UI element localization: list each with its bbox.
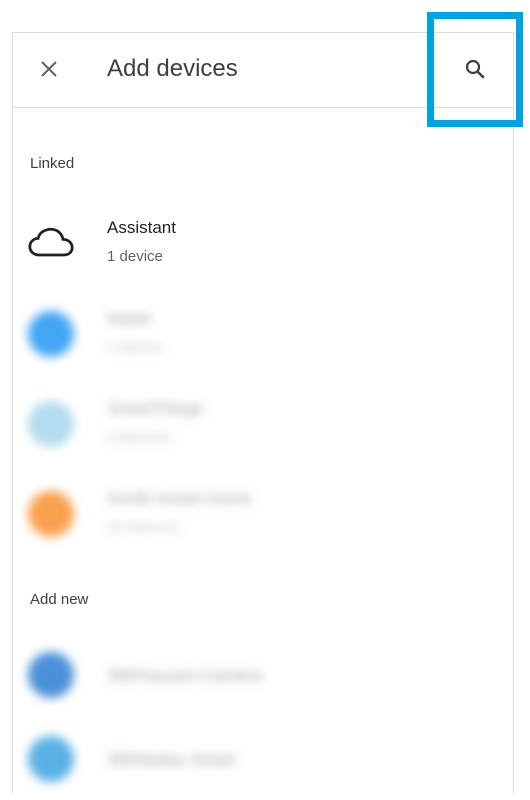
list-item-name: SmartThings	[107, 399, 204, 418]
linked-item-3[interactable]: SmartThings 2 devices	[12, 385, 512, 465]
list-item-name: Orvibi Smart Home	[107, 489, 252, 508]
list-item-name: Assistant	[107, 218, 176, 237]
close-icon	[41, 61, 57, 77]
brand-icon	[28, 401, 74, 447]
linked-item-2[interactable]: Nanle 1 device	[12, 295, 512, 375]
list-item-subtitle: 16 devices	[107, 519, 179, 536]
list-item-name: 360Nadau Smart	[107, 750, 236, 769]
add-new-item-2[interactable]: 360Nadau Smart	[12, 720, 512, 800]
app-bar: Add devices	[13, 33, 513, 108]
page-title: Add devices	[107, 55, 238, 82]
cloud-icon	[28, 220, 74, 266]
linked-item-assistant[interactable]: Assistant 1 device	[12, 204, 512, 284]
brand-icon	[28, 491, 74, 537]
list-item-subtitle: 1 device	[107, 339, 163, 356]
linked-item-4[interactable]: Orvibi Smart Home 16 devices	[12, 475, 512, 555]
brand-icon	[28, 736, 74, 782]
close-button[interactable]	[33, 53, 65, 85]
search-icon	[465, 59, 485, 79]
search-button[interactable]	[459, 53, 491, 85]
list-item-subtitle: 1 device	[107, 248, 163, 265]
section-header-linked: Linked	[30, 155, 75, 172]
brand-icon	[28, 652, 74, 698]
add-new-item-1[interactable]: 360Faucam Camera	[12, 636, 512, 716]
list-item-subtitle: 2 devices	[107, 429, 171, 446]
list-item-name: 360Faucam Camera	[107, 666, 262, 685]
list-item-name: Nanle	[107, 309, 152, 328]
brand-icon	[28, 311, 74, 357]
section-header-add-new: Add new	[30, 591, 89, 608]
